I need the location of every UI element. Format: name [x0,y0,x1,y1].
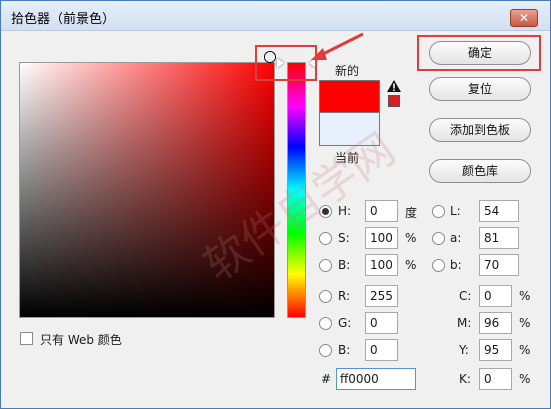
s-input[interactable]: 100 [365,227,398,249]
b-hsb-unit: % [405,258,417,272]
current-color-label: 当前 [335,151,360,165]
ok-button[interactable]: 确定 [429,41,531,65]
radio-b-hsb[interactable] [319,259,332,272]
a-input[interactable]: 81 [479,227,519,249]
new-color-label: 新的 [335,64,360,78]
current-color-swatch[interactable] [319,112,380,146]
radio-s[interactable] [319,232,332,245]
g-input[interactable]: 0 [365,312,398,334]
h-label: H: [338,204,352,218]
close-icon: ✕ [518,11,530,25]
color-picker-dialog: 拾色器（前景色） ✕ 新的 当前 确定 复位 添加到色板 颜色库 H: 0 度 … [0,0,551,409]
dialog-body: 新的 当前 确定 复位 添加到色板 颜色库 H: 0 度 S: 100 % B:… [7,32,546,404]
close-button[interactable]: ✕ [510,9,538,27]
dialog-title: 拾色器（前景色） [11,12,116,27]
radio-h[interactable] [319,205,332,218]
radio-g[interactable] [319,317,332,330]
reset-button[interactable]: 复位 [429,77,531,101]
radio-r[interactable] [319,290,332,303]
hex-input[interactable]: ff0000 [336,368,416,390]
b-hsb-input[interactable]: 100 [365,254,398,276]
r-input[interactable]: 255 [365,285,398,307]
annotation-arrow-icon [311,32,364,60]
web-colors-only-label: 只有 Web 颜色 [40,333,122,347]
h-unit: 度 [405,206,418,220]
hue-slider[interactable] [287,62,306,318]
radio-l[interactable] [432,205,445,218]
h-input[interactable]: 0 [365,200,398,222]
m-unit: % [519,316,531,330]
c-input[interactable]: 0 [479,285,512,307]
y-input[interactable]: 95 [479,339,512,361]
web-colors-only-checkbox[interactable] [20,332,33,345]
b-rgb-input[interactable]: 0 [365,339,398,361]
add-to-swatches-button[interactable]: 添加到色板 [429,118,531,142]
b-hsb-label: B: [338,258,351,272]
l-input[interactable]: 54 [479,200,519,222]
radio-b-lab[interactable] [432,259,445,272]
color-libraries-button[interactable]: 颜色库 [429,159,531,183]
a-label: a: [450,231,462,245]
c-label: C: [459,289,472,303]
b-lab-input[interactable]: 70 [479,254,519,276]
title-bar: 拾色器（前景色） ✕ [1,1,550,31]
b-lab-label: b: [450,258,462,272]
m-label: M: [457,316,472,330]
y-label: Y: [459,343,469,357]
k-label: K: [459,372,471,386]
b-rgb-label: B: [338,343,351,357]
radio-b-rgb[interactable] [319,344,332,357]
s-label: S: [338,231,350,245]
y-unit: % [519,343,531,357]
m-input[interactable]: 96 [479,312,512,334]
new-color-swatch [319,80,380,112]
color-field[interactable] [19,62,275,318]
out-of-gamut-warning-icon[interactable] [387,80,401,92]
hex-label: # [321,372,332,386]
c-unit: % [519,289,531,303]
g-label: G: [338,316,352,330]
k-input[interactable]: 0 [479,368,512,390]
radio-a[interactable] [432,232,445,245]
gamut-correction-swatch[interactable] [388,95,400,107]
r-label: R: [338,289,351,303]
l-label: L: [450,204,461,218]
k-unit: % [519,372,531,386]
s-unit: % [405,231,417,245]
